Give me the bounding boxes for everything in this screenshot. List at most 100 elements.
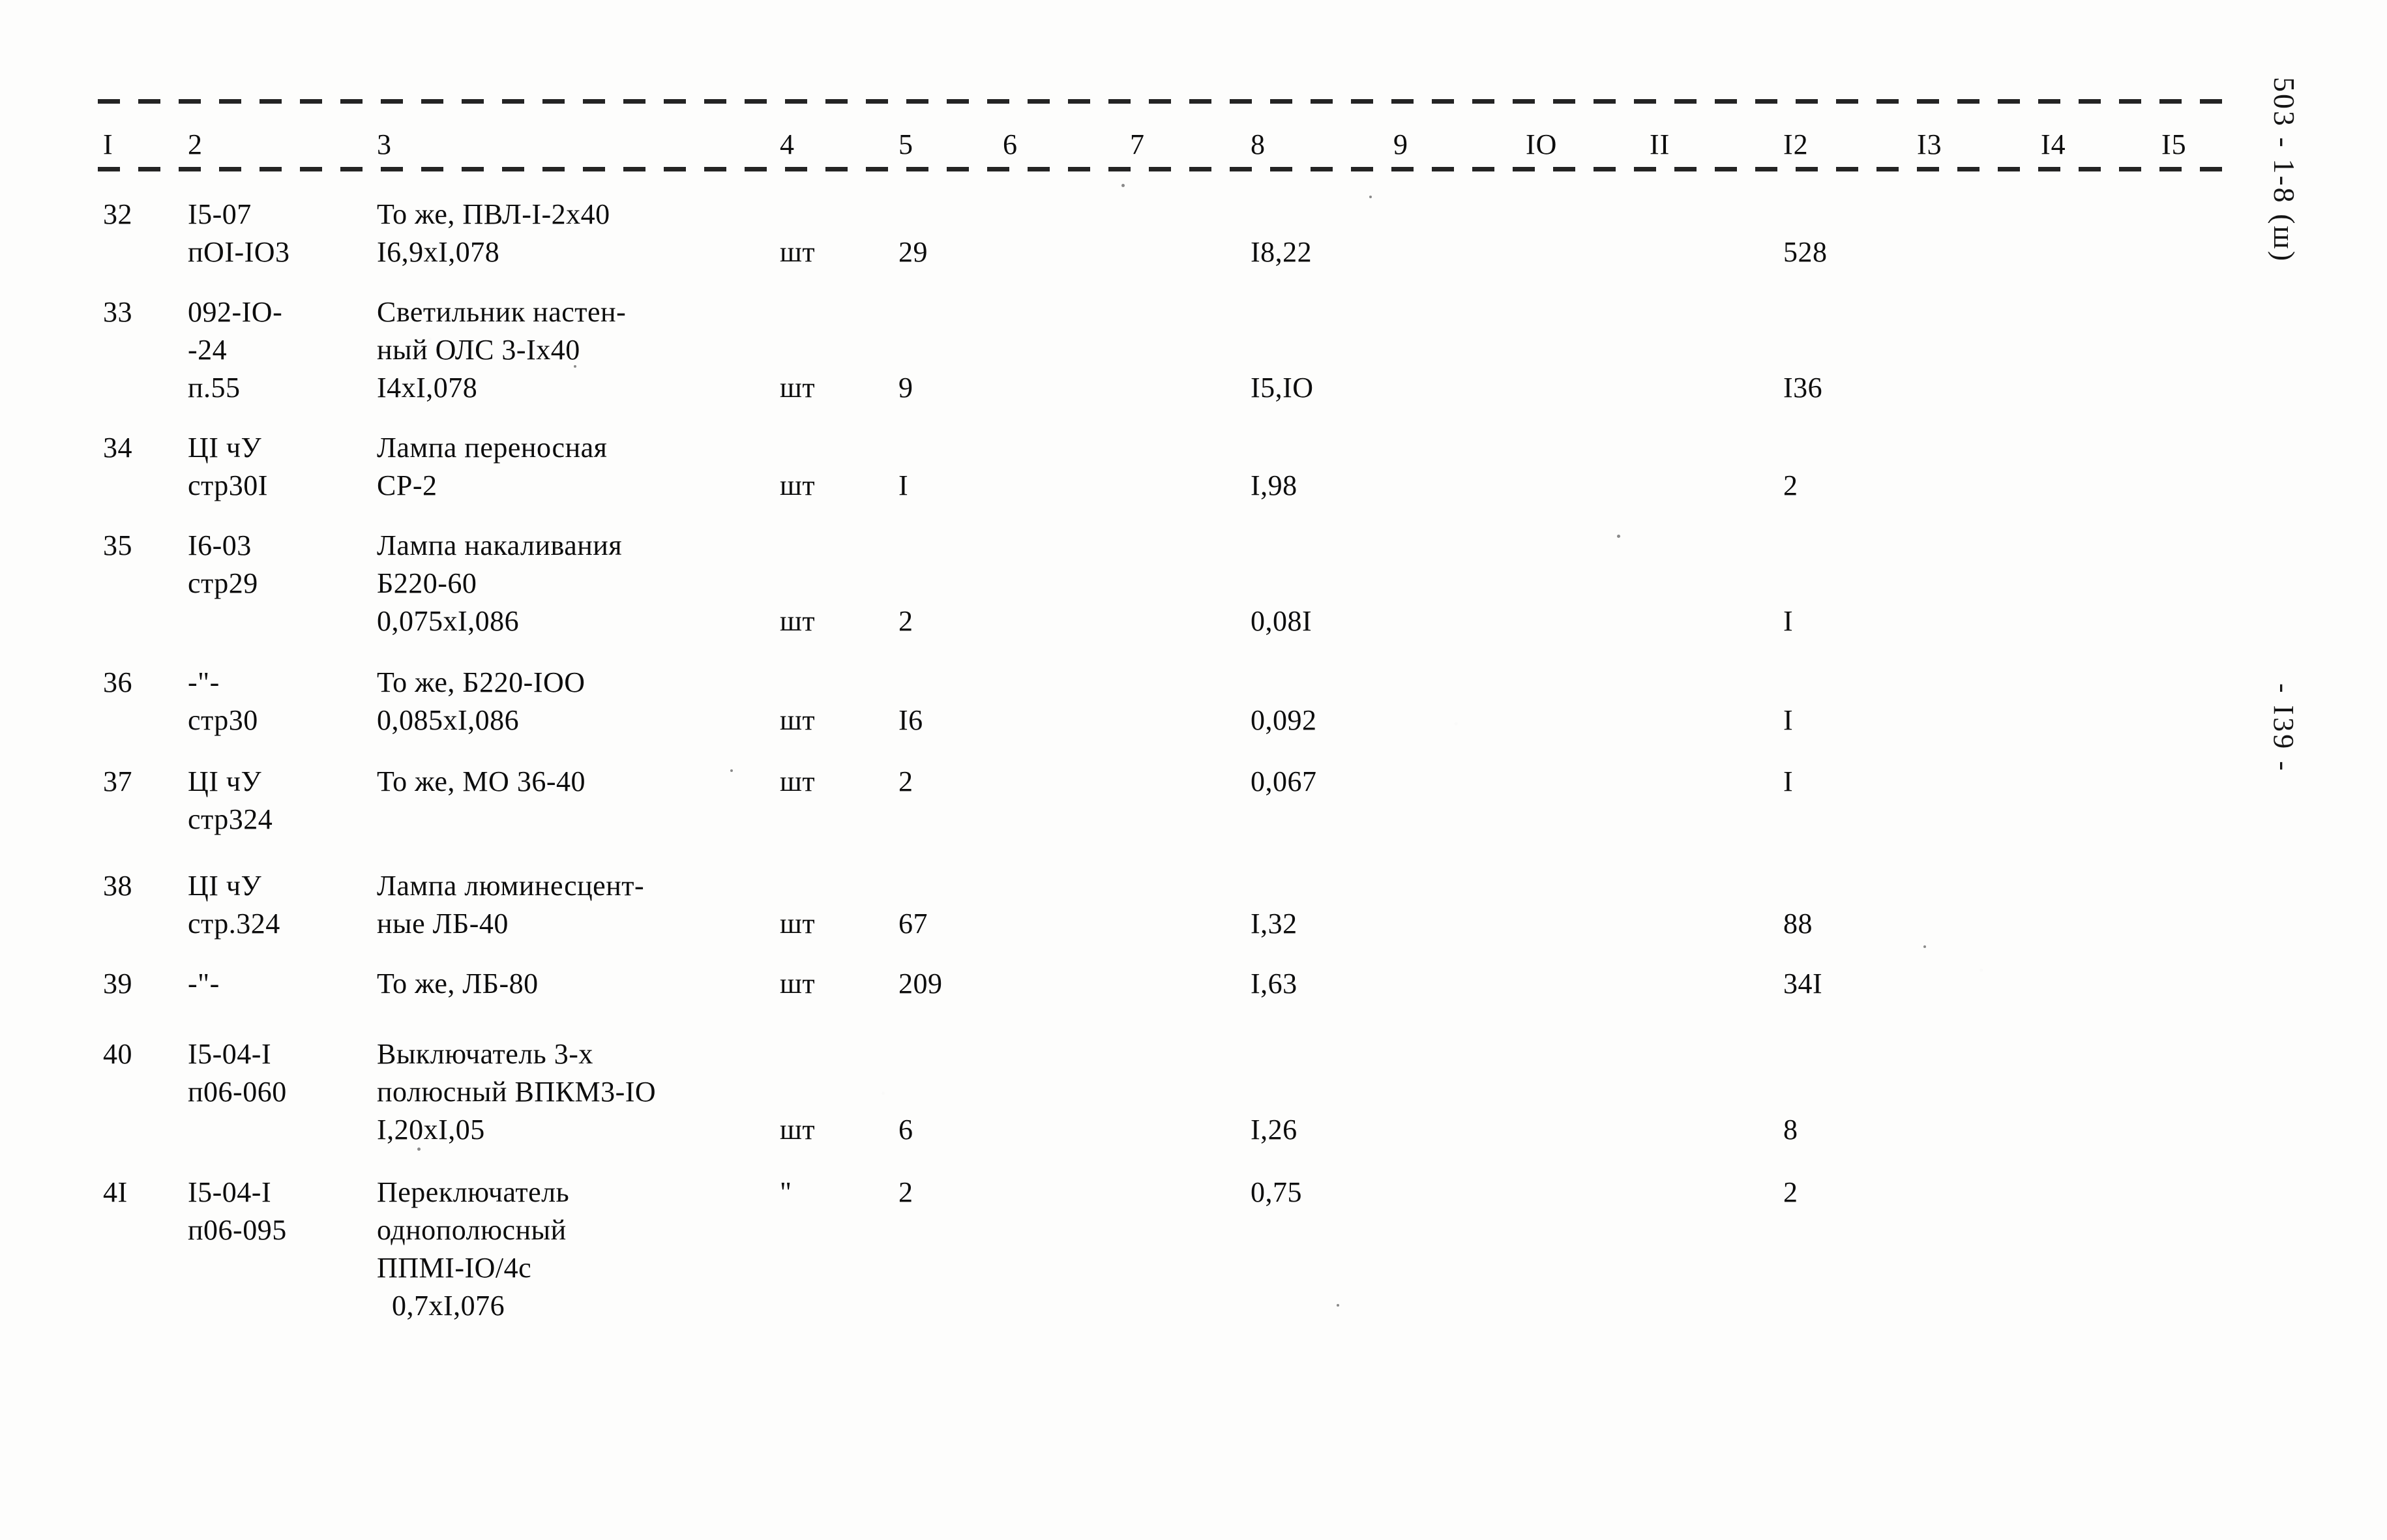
column-header-9: 9 [1393,128,1408,160]
cell-description: Лампа переносная СР-2 [377,432,608,501]
cell-row-number: 36 [103,666,132,698]
cell-unit: " [780,1176,792,1208]
cell-unit-price: I,98 [1251,469,1297,501]
scan-speck [1337,1304,1339,1307]
cell-unit: шт [780,908,816,940]
cell-description: Лампа накаливания Б220-60 0,075хI,086 [377,529,623,637]
cell-row-number: 33 [103,296,132,328]
cell-total-amount: 528 [1783,236,1828,268]
cell-quantity: 67 [898,908,928,940]
cell-row-number: 32 [103,198,132,230]
cell-quantity: 9 [898,372,913,404]
cell-total-amount: I [1783,605,1794,637]
column-header-2: 2 [188,128,203,160]
table-row: 4I I5-04-I п06-095 Переключатель однополюс… [0,1174,2387,1363]
scan-speck [417,1148,421,1151]
column-header-I: I [103,128,113,160]
cell-unit: шт [780,704,816,736]
cell-row-number: 38 [103,870,132,902]
column-header-6: 6 [1003,128,1018,160]
table-row: 35 I6-03 стр29 Лампа накаливания Б220-60 0… [0,527,2387,664]
cell-unit-price: 0,75 [1251,1176,1302,1208]
cell-unit-price: I,63 [1251,968,1297,1000]
cell-unit-price: 0,067 [1251,765,1317,797]
cell-total-amount: I36 [1783,372,1823,404]
table-row: 37 ЦI чУ стр324 То же, МО 36-40 шт 2 0,067 I [0,763,2387,867]
cell-unit-price: I5,IO [1251,372,1314,404]
cell-quantity: 29 [898,236,928,268]
cell-unit-price: 0,092 [1251,704,1317,736]
cell-row-number: 34 [103,432,132,464]
cell-description: То же, Б220-IОО 0,085хI,086 [377,666,586,736]
cell-unit: шт [780,469,816,501]
cell-code: 092-IО- -24 п.55 [188,296,283,404]
scan-speck [1923,945,1926,948]
scan-speck [730,769,733,772]
column-header-I4: I4 [2041,128,2066,160]
cell-quantity: I [898,469,909,501]
cell-total-amount: 2 [1783,1176,1798,1208]
cell-quantity: 6 [898,1114,913,1146]
column-header-I5: I5 [2161,128,2187,160]
cell-description: Светильник настен- ный ОЛС 3-Iх40 I4хI,0… [377,296,627,404]
cell-unit-price: I8,22 [1251,236,1312,268]
cell-unit: шт [780,968,816,1000]
cell-quantity: I6 [898,704,923,736]
table-row: 40 I5-04-I п06-060 Выключатель 3-х полюсны… [0,1035,2387,1174]
cell-row-number: 39 [103,968,132,1000]
cell-unit-price: 0,08I [1251,605,1312,637]
cell-code: ЦI чУ стр324 [188,765,273,835]
column-header-IO: IO [1526,128,1558,160]
cell-total-amount: I [1783,704,1794,736]
cell-code: I5-04-I п06-060 [188,1038,287,1108]
cell-total-amount: 88 [1783,908,1813,940]
header-dashed-rule-bottom [98,167,2233,171]
cell-code: I6-03 стр29 [188,529,258,599]
column-header-3: 3 [377,128,392,160]
column-header-II: II [1650,128,1670,160]
table-row: 38 ЦI чУ стр.324 Лампа люминесцент- ные ЛБ… [0,867,2387,965]
table-row: 39 -"- То же, ЛБ-80 шт 209 I,63 34I [0,965,2387,1035]
table-body: 32 I5-07 пОI-IО3 То же, ПВЛ-I-2х40 I6,9хI,… [0,196,2387,1363]
column-header-I2: I2 [1783,128,1809,160]
column-header-4: 4 [780,128,795,160]
cell-row-number: 37 [103,765,132,797]
cell-unit: шт [780,605,816,637]
cell-code: I5-07 пОI-IО3 [188,198,290,268]
cell-quantity: 2 [898,1176,913,1208]
cell-total-amount: 8 [1783,1114,1798,1146]
column-header-5: 5 [898,128,913,160]
cell-description: То же, ПВЛ-I-2х40 I6,9хI,078 [377,198,610,268]
cell-row-number: 4I [103,1176,128,1208]
cell-unit: шт [780,372,816,404]
cell-code: ЦI чУ стр.324 [188,870,280,940]
cell-code: ЦI чУ стр30I [188,432,268,501]
table-row: 33 092-IО- -24 п.55 Светильник настен- ный… [0,293,2387,429]
cell-unit-price: I,32 [1251,908,1297,940]
cell-total-amount: I [1783,765,1794,797]
table-row: 32 I5-07 пОI-IО3 То же, ПВЛ-I-2х40 I6,9хI,… [0,196,2387,293]
table-row: 36 -"- стр30 То же, Б220-IОО 0,085хI,086 шт… [0,664,2387,763]
table-row: 34 ЦI чУ стр30I Лампа переносная СР-2 шт I I,… [0,429,2387,527]
column-header-7: 7 [1130,128,1145,160]
scan-speck [1369,196,1372,198]
cell-total-amount: 2 [1783,469,1798,501]
cell-quantity: 2 [898,765,913,797]
cell-description: Лампа люминесцент- ные ЛБ-40 [377,870,645,940]
column-header-8: 8 [1251,128,1266,160]
scan-speck [1617,535,1620,538]
cell-description: Переключатель однополюсный ППМI-IО/4с 0,… [377,1176,570,1322]
cell-description: Выключатель 3-х полюсный ВПКМ3-IО I,20хI… [377,1038,657,1146]
cell-unit: шт [780,765,816,797]
cell-code: -"- [188,968,220,1000]
cell-quantity: 2 [898,605,913,637]
scanned-page: I 2 3 4 5 6 7 8 9 IO II I2 I3 I4 I5 32 I5-07 пОI-IО3 То … [0,0,2387,1540]
cell-unit: шт [780,1114,816,1146]
cell-row-number: 35 [103,529,132,561]
header-dashed-rule-top [98,99,2233,104]
margin-page-number: - I39 - [2268,683,2300,773]
cell-unit: шт [780,236,816,268]
scan-speck [574,365,576,368]
column-header-I3: I3 [1917,128,1942,160]
cell-description: То же, МО 36-40 [377,765,586,797]
